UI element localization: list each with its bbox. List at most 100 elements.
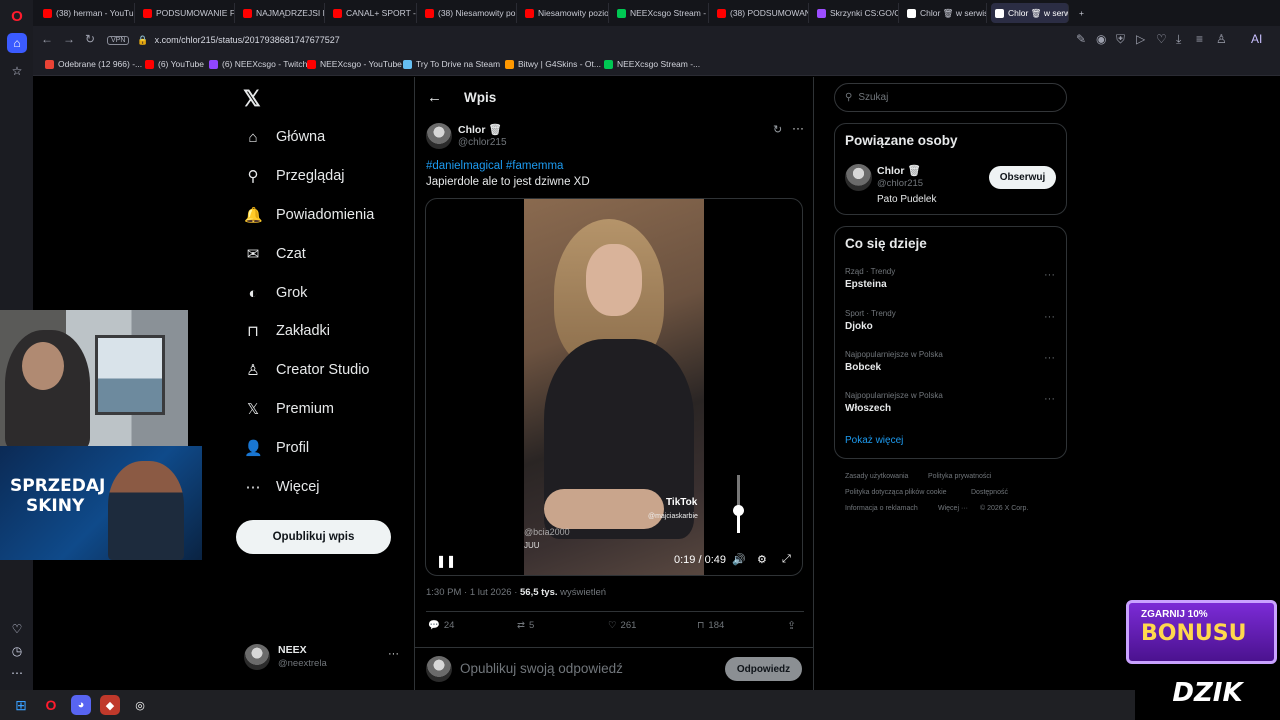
post-more-icon[interactable]: ··· bbox=[792, 121, 804, 135]
fullscreen-icon[interactable]: ⤢ bbox=[782, 553, 791, 566]
follow-button[interactable]: Obserwuj bbox=[989, 166, 1056, 189]
heart-outline-icon[interactable]: ♡ bbox=[1156, 32, 1167, 46]
share-icon[interactable]: ⇪ bbox=[787, 619, 796, 632]
browser-tab[interactable]: CANAL+ SPORT - Yo bbox=[329, 3, 417, 23]
opera-logo-icon[interactable]: O bbox=[7, 6, 27, 26]
sidebar-item-more-circle[interactable]: ⋯ Więcej bbox=[244, 473, 320, 501]
heart-icon[interactable]: ♡ bbox=[7, 619, 27, 639]
star-icon[interactable]: ☆ bbox=[7, 61, 27, 81]
shield-icon[interactable]: ⛨ bbox=[1116, 32, 1125, 47]
bookmark-item[interactable]: (6) YouTube bbox=[145, 59, 204, 69]
post-time[interactable]: 1:30 PM · 1 lut 2026 · bbox=[426, 587, 517, 598]
vpn-badge[interactable]: VPN bbox=[107, 35, 130, 45]
trend-item[interactable]: Najpopularniejsze w Polska Włoszech ··· bbox=[845, 391, 1055, 414]
browser-tab[interactable]: PODSUMOWANIE FA bbox=[139, 3, 235, 23]
url-field[interactable]: VPN 🔒 x.com/chlor215/status/201793868174… bbox=[107, 30, 1207, 50]
search-input[interactable]: Szukaj bbox=[858, 92, 888, 103]
trend-item[interactable]: Rząd · Trendy Epsteina ··· bbox=[845, 267, 1055, 290]
back-icon[interactable]: ← bbox=[41, 32, 53, 46]
browser-tab[interactable]: Skrzynki CS:GO/CS2 | bbox=[813, 3, 899, 23]
url-text[interactable]: x.com/chlor215/status/201793868174767752… bbox=[155, 35, 340, 45]
bookmark-item[interactable]: NEEXcsgo - YouTube bbox=[307, 59, 402, 69]
post-button[interactable]: Opublikuj wpis bbox=[236, 520, 391, 554]
bookmark-item[interactable]: Try To Drive na Steam bbox=[403, 59, 500, 69]
discord-icon[interactable]: ◕ bbox=[71, 695, 91, 715]
browser-tab[interactable]: NAJMĄDRZEJSI POLI bbox=[239, 3, 325, 23]
trend-more-icon[interactable]: ··· bbox=[1044, 393, 1055, 405]
sidebar-item-mail[interactable]: ✉ Czat bbox=[244, 240, 306, 268]
show-more-link[interactable]: Pokaż więcej bbox=[845, 435, 903, 446]
related-handle[interactable]: @chlor215 bbox=[877, 178, 923, 189]
footer-cookies[interactable]: Polityka dotycząca plików cookie bbox=[845, 489, 947, 496]
camera-icon[interactable]: ◉ bbox=[1096, 32, 1106, 46]
trend-more-icon[interactable]: ··· bbox=[1044, 269, 1055, 281]
account-switcher[interactable]: NEEX @neextrela ··· bbox=[244, 644, 404, 674]
footer-more[interactable]: Więcej ··· bbox=[938, 505, 968, 512]
ai-button[interactable]: AI bbox=[1251, 32, 1262, 46]
sidebar-item-x-premium[interactable]: 𝕏 Premium bbox=[244, 395, 334, 423]
repost-stat[interactable]: ⇄ 5 bbox=[517, 620, 534, 631]
sidebar-item-creator-studio[interactable]: ♙ Creator Studio bbox=[244, 356, 369, 384]
home-shield-icon[interactable]: ⌂ bbox=[7, 33, 27, 53]
video-player[interactable]: TikTok @majciaskarbie @bcia2000 JUU ❚❚ 0… bbox=[425, 198, 803, 576]
footer-accessibility[interactable]: Dostępność bbox=[971, 489, 1008, 496]
footer-ads[interactable]: Informacja o reklamach bbox=[845, 505, 918, 512]
sidebar-item-grok[interactable]: ◐ Grok bbox=[244, 279, 307, 307]
related-name[interactable]: Chlor 🗑 bbox=[877, 164, 921, 177]
footer-privacy[interactable]: Polityka prywatności bbox=[928, 473, 991, 480]
author-handle[interactable]: @chlor215 bbox=[458, 137, 507, 148]
reload-icon[interactable]: ↻ bbox=[85, 32, 95, 46]
new-tab-button[interactable]: + bbox=[1075, 3, 1091, 23]
profile-icon[interactable]: ♙ bbox=[1216, 32, 1227, 46]
browser-tab[interactable]: Niesamowity poziom bbox=[521, 3, 609, 23]
bookmark-item[interactable]: NEEXcsgo Stream -... bbox=[604, 59, 700, 69]
edit-icon[interactable]: ✎ bbox=[1076, 32, 1086, 46]
sidebar-item-person[interactable]: 👤 Profil bbox=[244, 434, 309, 462]
footer-terms[interactable]: Zasady użytkowania bbox=[845, 473, 908, 480]
volume-slider[interactable] bbox=[733, 475, 744, 533]
obs-icon[interactable]: ◎ bbox=[130, 695, 150, 715]
history-icon[interactable]: ◷ bbox=[7, 641, 27, 661]
browser-tab[interactable]: (38) PODSUMOWAN bbox=[713, 3, 809, 23]
account-more-icon[interactable]: ··· bbox=[388, 648, 399, 660]
search-box[interactable]: ⚲ Szukaj bbox=[834, 83, 1067, 112]
volume-icon[interactable]: 🔊 bbox=[732, 553, 746, 566]
trend-more-icon[interactable]: ··· bbox=[1044, 311, 1055, 323]
related-avatar[interactable] bbox=[845, 164, 872, 191]
x-logo-icon[interactable]: 𝕏 bbox=[243, 86, 261, 112]
pause-icon[interactable]: ❚❚ bbox=[436, 554, 456, 568]
forward-icon[interactable]: → bbox=[63, 32, 75, 46]
menu-icon[interactable]: ≡ bbox=[1196, 32, 1203, 46]
reply-stat[interactable]: 💬 24 bbox=[428, 620, 454, 631]
author-avatar[interactable] bbox=[426, 123, 452, 149]
browser-tab[interactable]: Chlor 🗑 w serwisie X bbox=[991, 3, 1069, 23]
windows-start-icon[interactable]: ⊞ bbox=[11, 695, 31, 715]
sidebar-item-bookmark[interactable]: ⊓ Zakładki bbox=[244, 317, 330, 345]
sidebar-item-bell[interactable]: 🔔 Powiadomienia bbox=[244, 201, 374, 229]
author-name[interactable]: Chlor 🗑 bbox=[458, 123, 502, 136]
bookmark-item[interactable]: Odebrane (12 966) -... bbox=[45, 59, 142, 69]
bookmark-stat[interactable]: ⊓ 184 bbox=[697, 620, 724, 631]
download-icon[interactable]: ⤓ bbox=[1176, 32, 1181, 47]
post-hashtags[interactable]: #danielmagical #famemma bbox=[426, 160, 563, 172]
play-icon[interactable]: ▷ bbox=[1136, 32, 1145, 46]
back-arrow-icon[interactable]: ← bbox=[427, 89, 442, 106]
sidebar-item-search[interactable]: ⚲ Przeglądaj bbox=[244, 162, 345, 190]
volume-knob[interactable] bbox=[733, 504, 744, 516]
settings-icon[interactable]: ⚙ bbox=[757, 553, 767, 566]
browser-tab[interactable]: NEEXcsgo Stream - V bbox=[613, 3, 709, 23]
browser-tab[interactable]: Chlor 🗑 w serwisie bbox=[903, 3, 987, 23]
sidebar-item-home[interactable]: ⌂ Główna bbox=[244, 123, 325, 151]
trend-item[interactable]: Sport · Trendy Djoko ··· bbox=[845, 309, 1055, 332]
bookmark-item[interactable]: (6) NEEXcsgo - Twitch bbox=[209, 59, 307, 69]
grok-icon[interactable]: ↻ bbox=[773, 123, 782, 136]
opera-taskbar-icon[interactable]: O bbox=[41, 695, 61, 715]
more-icon[interactable]: ⋯ bbox=[7, 663, 27, 683]
trend-more-icon[interactable]: ··· bbox=[1044, 352, 1055, 364]
browser-tab[interactable]: (38) Niesamowity po bbox=[421, 3, 517, 23]
browser-tab[interactable]: (38) herman - YouTub bbox=[39, 3, 135, 23]
reply-input[interactable]: Opublikuj swoją odpowiedź bbox=[460, 661, 623, 676]
app-icon[interactable]: ◆ bbox=[100, 695, 120, 715]
trend-item[interactable]: Najpopularniejsze w Polska Bobcek ··· bbox=[845, 350, 1055, 373]
reply-button[interactable]: Odpowiedz bbox=[725, 657, 802, 681]
